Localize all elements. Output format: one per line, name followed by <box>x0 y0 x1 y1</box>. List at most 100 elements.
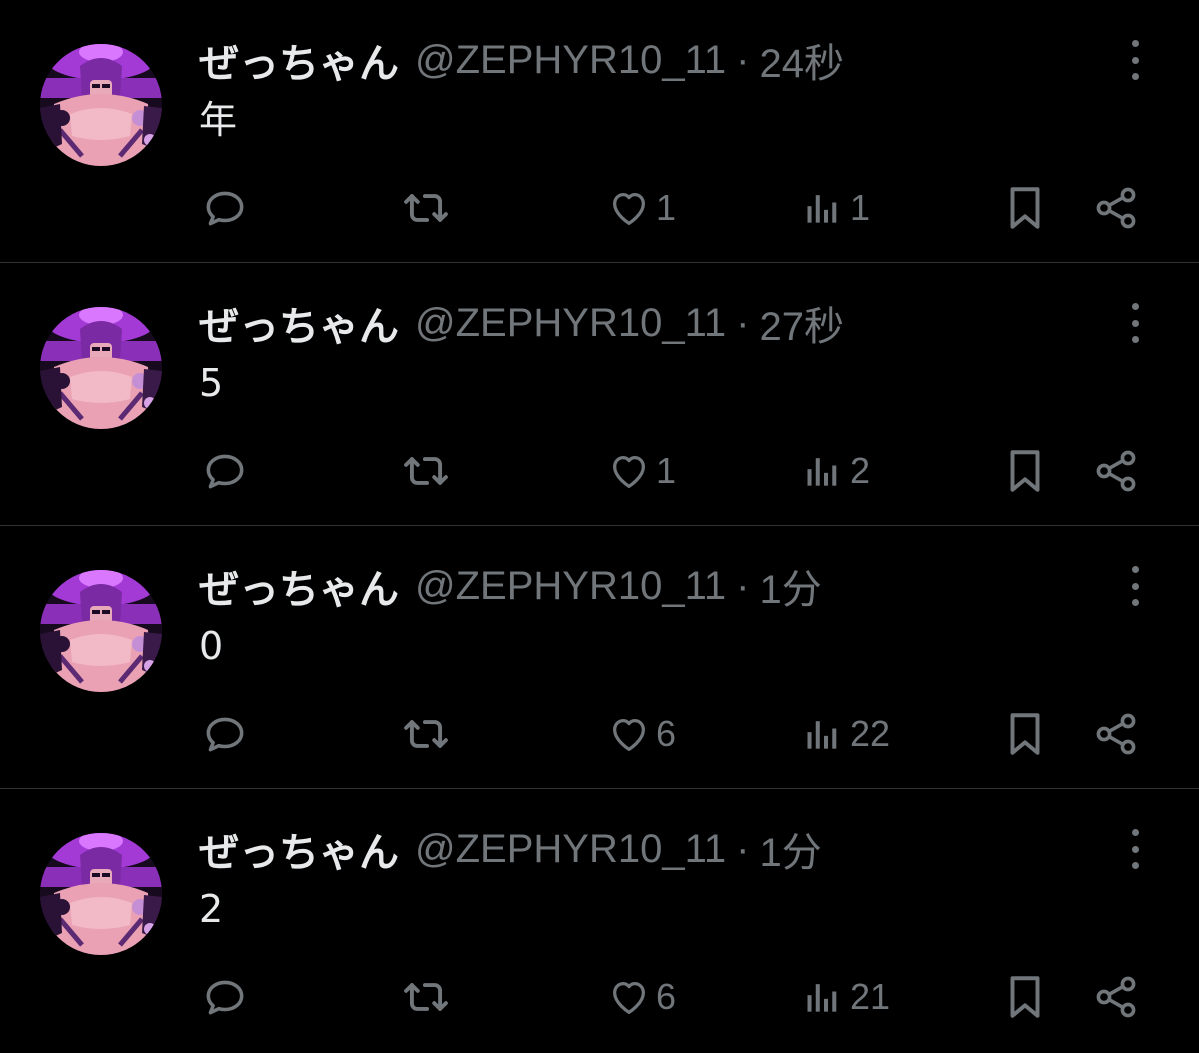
heart-outline-icon <box>612 981 646 1014</box>
bookmark-icon <box>1010 713 1040 755</box>
dot <box>1131 582 1139 590</box>
tweet-text: 0 <box>199 624 224 668</box>
reply-button[interactable] <box>200 704 254 764</box>
views-button[interactable]: 1 <box>802 178 870 238</box>
tweet-feed: ぜっちゃん @ZEPHYR10_11 · 24秒 年 1 1 ぜっちゃん @ZE… <box>0 0 1199 1053</box>
like-count: 1 <box>656 187 677 228</box>
like-count: 1 <box>656 450 677 491</box>
dot <box>1131 862 1139 869</box>
more-options-icon[interactable] <box>1118 827 1152 871</box>
avatar[interactable] <box>40 307 162 429</box>
author-display-name[interactable]: ぜっちゃん <box>199 31 399 89</box>
tweet-card[interactable]: ぜっちゃん @ZEPHYR10_11 · 24秒 年 1 1 <box>0 0 1199 263</box>
bookmark-icon <box>1010 450 1040 492</box>
bar-chart-icon <box>807 458 837 486</box>
retweet-arrows-icon <box>404 194 448 222</box>
views-count: 2 <box>850 450 871 491</box>
separator-dot: · <box>736 826 750 871</box>
dot <box>1131 40 1139 47</box>
share-icon <box>1096 187 1136 229</box>
separator-dot: · <box>736 300 750 345</box>
reply-button[interactable] <box>200 967 254 1027</box>
like-button[interactable]: 6 <box>606 967 676 1027</box>
like-button[interactable]: 1 <box>606 441 676 501</box>
speech-bubble-icon <box>206 980 244 1015</box>
tweet-text: 年 <box>199 98 238 142</box>
tweet-actions: 1 1 <box>0 178 1199 238</box>
tweet-header: ぜっちゃん @ZEPHYR10_11 · 1分 <box>199 821 822 877</box>
tweet-text: 5 <box>199 361 224 405</box>
reply-button[interactable] <box>200 178 254 238</box>
avatar-image <box>40 570 162 692</box>
views-count: 22 <box>850 713 891 754</box>
retweet-button[interactable] <box>400 178 456 238</box>
author-handle[interactable]: @ZEPHYR10_11 <box>415 38 726 83</box>
avatar-image <box>40 44 162 166</box>
tweet-header: ぜっちゃん @ZEPHYR10_11 · 24秒 <box>199 32 844 88</box>
avatar-image <box>40 307 162 429</box>
share-icon <box>1096 713 1136 755</box>
retweet-button[interactable] <box>400 704 456 764</box>
bar-chart-icon <box>807 984 837 1012</box>
separator-dot: · <box>736 37 750 82</box>
author-handle[interactable]: @ZEPHYR10_11 <box>415 564 726 609</box>
tweet-actions: 6 22 <box>0 704 1199 764</box>
separator-dot: · <box>736 563 750 608</box>
bar-chart-icon <box>807 195 837 223</box>
dot <box>1131 303 1139 310</box>
avatar[interactable] <box>40 44 162 166</box>
views-button[interactable]: 2 <box>802 441 870 501</box>
tweet-timestamp[interactable]: 24秒 <box>759 31 844 89</box>
tweet-timestamp[interactable]: 27秒 <box>759 294 844 352</box>
bookmark-button[interactable] <box>1004 441 1046 501</box>
retweet-button[interactable] <box>400 967 456 1027</box>
tweet-card[interactable]: ぜっちゃん @ZEPHYR10_11 · 27秒 5 1 2 <box>0 263 1199 526</box>
avatar[interactable] <box>40 570 162 692</box>
like-button[interactable]: 6 <box>606 704 676 764</box>
author-display-name[interactable]: ぜっちゃん <box>199 557 399 615</box>
dot <box>1131 566 1139 573</box>
like-count: 6 <box>656 713 677 754</box>
dot <box>1131 845 1139 853</box>
share-icon <box>1096 976 1136 1018</box>
bookmark-button[interactable] <box>1004 967 1046 1027</box>
retweet-arrows-icon <box>404 720 448 748</box>
bookmark-icon <box>1010 976 1040 1018</box>
more-options-icon[interactable] <box>1118 301 1152 345</box>
dot <box>1131 73 1139 80</box>
retweet-button[interactable] <box>400 441 456 501</box>
author-display-name[interactable]: ぜっちゃん <box>199 294 399 352</box>
retweet-arrows-icon <box>404 983 448 1011</box>
more-options-icon[interactable] <box>1118 564 1152 608</box>
author-handle[interactable]: @ZEPHYR10_11 <box>415 301 726 346</box>
reply-button[interactable] <box>200 441 254 501</box>
dot <box>1131 829 1139 836</box>
like-button[interactable]: 1 <box>606 178 676 238</box>
share-button[interactable] <box>1092 967 1140 1027</box>
tweet-card[interactable]: ぜっちゃん @ZEPHYR10_11 · 1分 2 6 21 <box>0 789 1199 1052</box>
views-count: 21 <box>850 976 891 1017</box>
tweet-card[interactable]: ぜっちゃん @ZEPHYR10_11 · 1分 0 6 22 <box>0 526 1199 789</box>
share-button[interactable] <box>1092 441 1140 501</box>
tweet-timestamp[interactable]: 1分 <box>759 820 821 878</box>
avatar-image <box>40 833 162 955</box>
tweet-header: ぜっちゃん @ZEPHYR10_11 · 27秒 <box>199 295 844 351</box>
avatar[interactable] <box>40 833 162 955</box>
author-handle[interactable]: @ZEPHYR10_11 <box>415 827 726 872</box>
tweet-actions: 6 21 <box>0 967 1199 1027</box>
share-icon <box>1096 450 1136 492</box>
like-count: 6 <box>656 976 677 1017</box>
tweet-actions: 1 2 <box>0 441 1199 501</box>
share-button[interactable] <box>1092 704 1140 764</box>
views-count: 1 <box>850 187 871 228</box>
views-button[interactable]: 22 <box>802 704 890 764</box>
tweet-timestamp[interactable]: 1分 <box>759 557 821 615</box>
share-button[interactable] <box>1092 178 1140 238</box>
bookmark-button[interactable] <box>1004 178 1046 238</box>
bookmark-button[interactable] <box>1004 704 1046 764</box>
views-button[interactable]: 21 <box>802 967 890 1027</box>
heart-outline-icon <box>612 718 646 751</box>
heart-outline-icon <box>612 192 646 225</box>
author-display-name[interactable]: ぜっちゃん <box>199 820 399 878</box>
more-options-icon[interactable] <box>1118 38 1152 82</box>
